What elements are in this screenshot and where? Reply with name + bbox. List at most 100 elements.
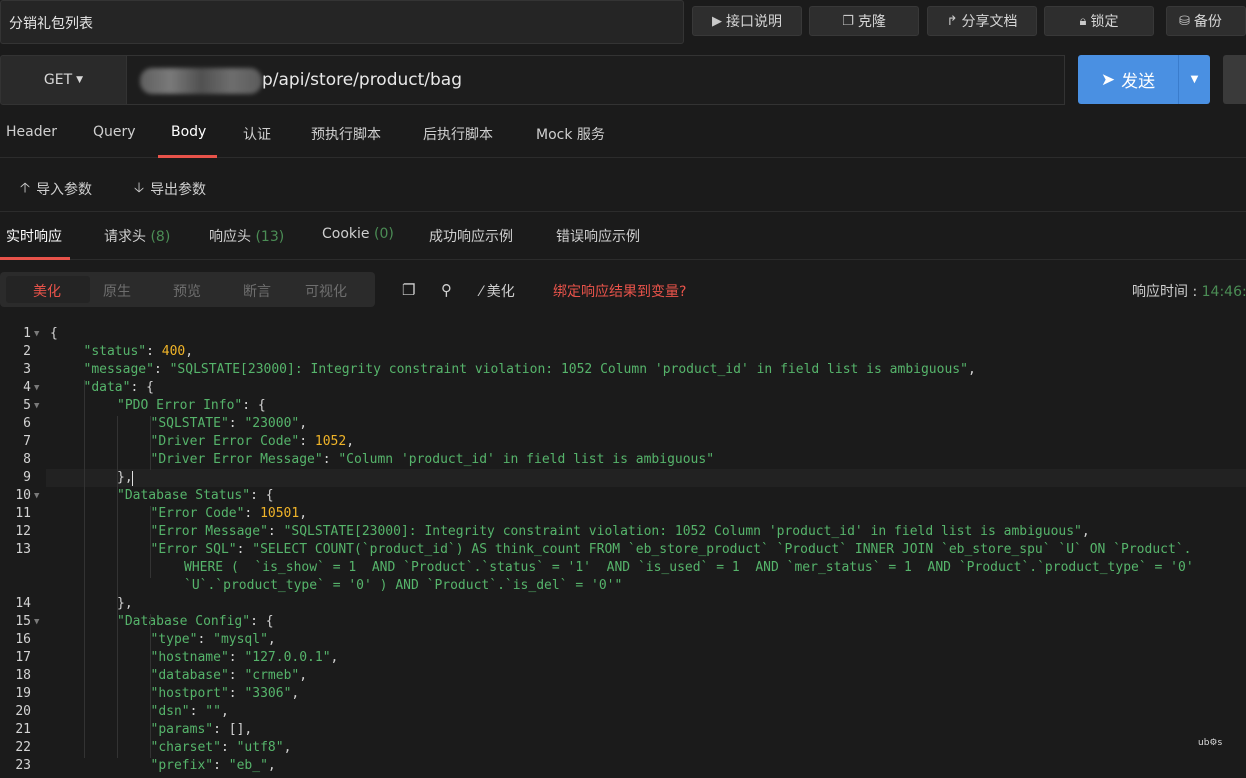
clone-label: 克隆 [857, 14, 886, 30]
bind-to-variable-link[interactable]: 绑定响应结果到变量? [553, 281, 686, 301]
top-bar: 分销礼包列表 ▶ 接口说明 ❐ 克隆 ↱ 分享文档 🔒︎ 锁定 ⛁ 备份 [0, 0, 1246, 44]
tab-body[interactable]: Body [171, 124, 206, 140]
tab-live-response[interactable]: 实时响应 [6, 226, 62, 246]
code-text: "prefix": "eb_", [150, 758, 276, 773]
indent-guide [117, 416, 118, 758]
code-line: 18 "database": "crmeb", [0, 668, 1246, 686]
api-title-field[interactable]: 分销礼包列表 [0, 0, 684, 44]
tab-request-headers[interactable]: 请求头 (8) [104, 226, 170, 246]
share-doc-button[interactable]: ↱ 分享文档 [927, 6, 1037, 36]
code-line: 10 ▼ "Database Status": { [0, 488, 1246, 506]
send-button[interactable]: ➤ 发送 [1078, 67, 1178, 93]
clone-button[interactable]: ❐ 克隆 [809, 6, 919, 36]
code-line: 21 "params": [], [0, 722, 1246, 740]
view-mode-assert[interactable]: 断言 [243, 281, 271, 301]
clone-icon: ❐ [842, 13, 854, 29]
tab-label: 请求头 [104, 229, 146, 245]
code-line: 1 ▼ { [0, 326, 1246, 344]
code-line: 19 "hostport": "3306", [0, 686, 1246, 704]
code-line: 9}, [0, 470, 1246, 488]
backup-button[interactable]: ⛁ 备份 [1166, 6, 1246, 36]
beautify-button[interactable]: ⁄ 美化 [480, 281, 515, 301]
fold-toggle-icon[interactable]: ▼ [34, 617, 39, 627]
line-number: 11 [15, 506, 31, 521]
tab-error-example[interactable]: 错误响应示例 [556, 226, 640, 246]
tab-response-headers[interactable]: 响应头 (13) [209, 226, 284, 246]
tab-auth[interactable]: 认证 [243, 124, 271, 144]
tab-count: (13) [255, 229, 285, 245]
tab-success-example[interactable]: 成功响应示例 [429, 226, 513, 246]
view-mode-beautify[interactable]: 美化 [33, 281, 61, 301]
line-number: 4 [23, 380, 31, 395]
redacted-host [140, 68, 262, 94]
code-text: "hostport": "3306", [150, 686, 300, 701]
code-text: "SQLSTATE": "23000", [150, 416, 308, 431]
tab-header[interactable]: Header [6, 124, 57, 140]
code-text: "data": { [83, 380, 154, 395]
code-line: 15 ▼ "Database Config": { [0, 614, 1246, 632]
line-number: 20 [15, 704, 31, 719]
code-text: "Driver Error Code": 1052, [150, 434, 355, 449]
line-number: 19 [15, 686, 31, 701]
code-line: 4 ▼ "data": { [0, 380, 1246, 398]
tab-label: Cookie [322, 226, 370, 242]
export-params-label: 导出参数 [150, 182, 207, 198]
url-text: p/api/store/product/bag [262, 70, 463, 90]
tab-label: 错误响应示例 [556, 229, 640, 245]
line-number: 1 [23, 326, 31, 341]
tab-pre-script[interactable]: 预执行脚本 [311, 124, 381, 144]
code-line: 23 "prefix": "eb_", [0, 758, 1246, 776]
tab-label: 成功响应示例 [429, 229, 513, 245]
view-mode-visualize[interactable]: 可视化 [305, 281, 347, 301]
indent-guide [150, 614, 151, 758]
code-text: "Error Code": 10501, [150, 506, 308, 521]
code-line: `U`.`product_type` = '0' ) AND `Product`… [0, 578, 1246, 596]
line-number: 18 [15, 668, 31, 683]
lock-icon: 🔒︎ [1079, 13, 1087, 29]
tab-label: 响应头 [209, 229, 251, 245]
lock-button[interactable]: 🔒︎ 锁定 [1044, 6, 1154, 36]
code-line: WHERE ( `is_show` = 1 AND `Product`.`sta… [0, 560, 1246, 578]
more-button[interactable] [1223, 55, 1246, 104]
tab-cookie[interactable]: Cookie (0) [322, 226, 394, 242]
lock-label: 锁定 [1090, 14, 1119, 30]
method-select[interactable]: GET ▼ [0, 55, 127, 105]
view-mode-preview[interactable]: 预览 [173, 281, 201, 301]
fold-toggle-icon[interactable]: ▼ [34, 383, 39, 393]
text-caret [132, 471, 133, 486]
tab-query[interactable]: Query [93, 124, 136, 140]
share-icon: ↱ [946, 13, 958, 29]
fold-toggle-icon[interactable]: ▼ [34, 329, 39, 339]
send-button-group: ➤ 发送 ▼ [1078, 55, 1210, 104]
code-line: 6 "SQLSTATE": "23000", [0, 416, 1246, 434]
api-doc-button[interactable]: ▶ 接口说明 [692, 6, 802, 36]
line-number: 9 [23, 470, 31, 485]
backup-label: 备份 [1193, 14, 1222, 30]
fold-toggle-icon[interactable]: ▼ [34, 491, 39, 501]
active-tab-indicator [0, 257, 70, 260]
send-options-button[interactable]: ▼ [1178, 55, 1210, 104]
line-number: 10 [15, 488, 31, 503]
code-text: WHERE ( `is_show` = 1 AND `Product`.`sta… [184, 560, 1194, 575]
code-line: 3 "message": "SQLSTATE[23000]: Integrity … [0, 362, 1246, 380]
indent-guide [150, 506, 151, 578]
code-text: "status": 400, [83, 344, 194, 359]
active-tab-indicator [158, 155, 217, 158]
fold-toggle-icon[interactable]: ▼ [34, 401, 39, 411]
tab-mock[interactable]: Mock 服务 [536, 124, 605, 144]
line-number: 13 [15, 542, 31, 557]
copy-icon[interactable]: ❐ [402, 281, 415, 299]
import-params-button[interactable]: 🡡 导入参数 [20, 177, 92, 201]
caret-down-icon: ▼ [76, 75, 84, 85]
response-tabs: 实时响应 请求头 (8) 响应头 (13) Cookie (0) 成功响应示例 … [0, 212, 1246, 260]
indent-guide [84, 380, 85, 758]
code-text: }, [117, 470, 133, 485]
corner-watermark: ub⚙s [1198, 738, 1223, 748]
indent-guide [150, 416, 151, 470]
code-text: "Error SQL": "SELECT COUNT(`product_id`)… [150, 542, 1192, 557]
response-json-editor[interactable]: 1 ▼{2 "status": 400, 3 "message": "SQLSTATE[… [0, 325, 1246, 778]
search-icon[interactable]: ⚲ [441, 281, 452, 299]
tab-post-script[interactable]: 后执行脚本 [423, 124, 493, 144]
view-mode-raw[interactable]: 原生 [103, 281, 131, 301]
export-params-button[interactable]: 🡣 导出参数 [134, 177, 206, 201]
